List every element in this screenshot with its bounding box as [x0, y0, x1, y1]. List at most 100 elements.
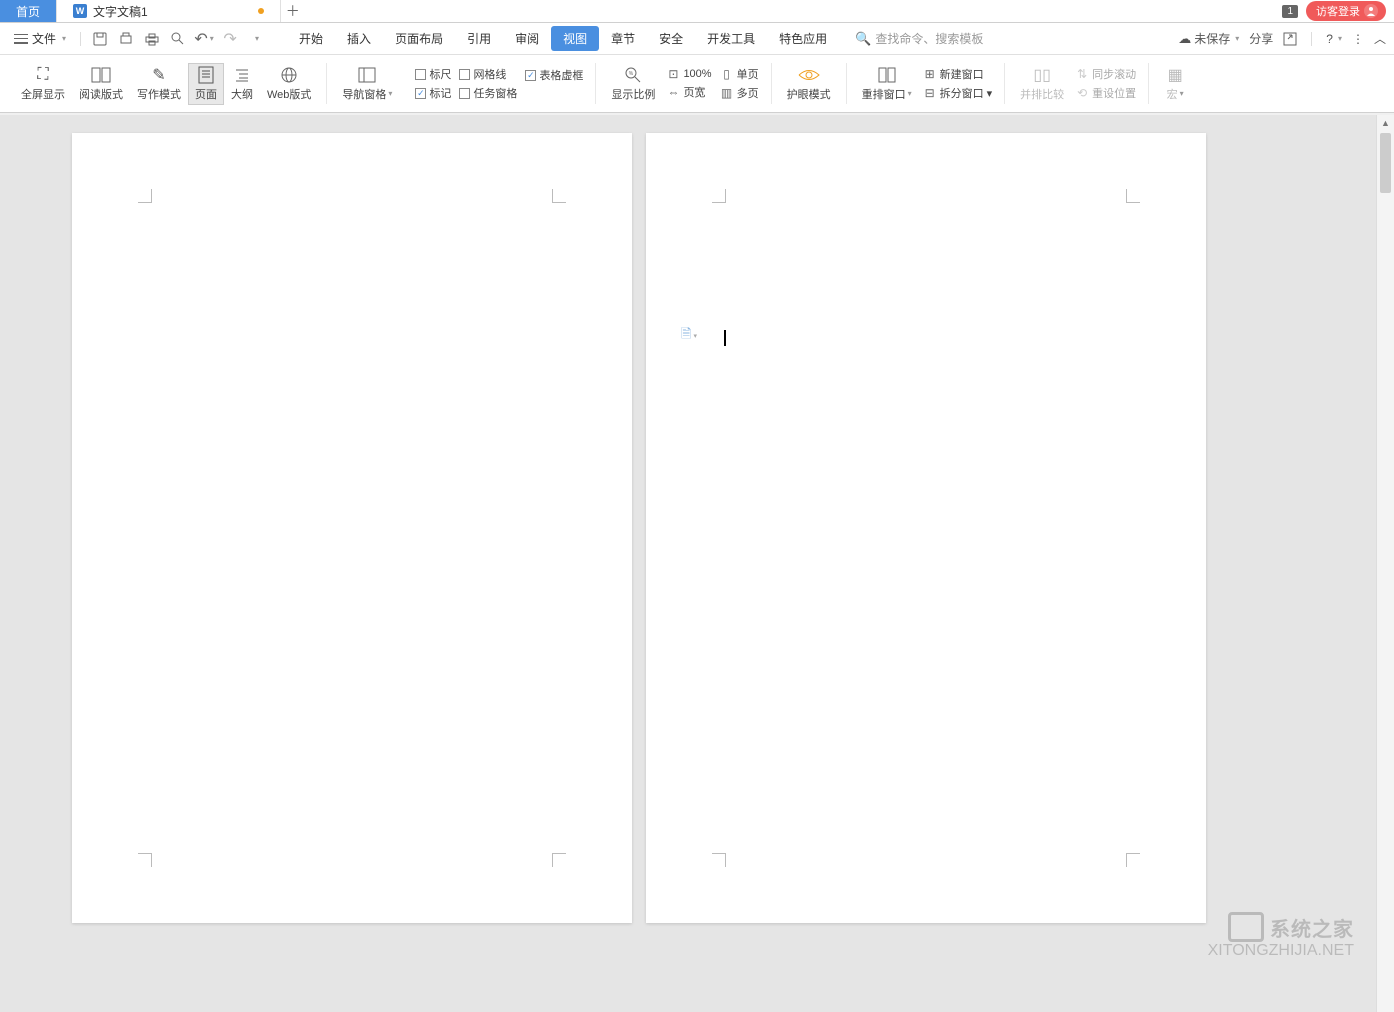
tab-document[interactable]: W 文字文稿1 — [57, 0, 281, 22]
read-layout-button[interactable]: 阅读版式 — [72, 63, 130, 105]
zoom-label: 显示比例 — [611, 86, 655, 102]
scroll-thumb[interactable] — [1380, 133, 1391, 193]
page-icon — [195, 66, 217, 84]
document-page-2[interactable]: 🗎▾ — [646, 133, 1206, 923]
nav-pane-label: 导航窗格 — [342, 86, 386, 102]
rearrange-label: 重排窗口 — [862, 86, 906, 102]
hundred-percent-button[interactable]: ⊡100% — [666, 67, 711, 81]
marks-label: 标记 — [429, 85, 451, 101]
hamburger-icon — [14, 34, 28, 44]
ribbon-body: ⛶全屏显示 阅读版式 ✎写作模式 页面 大纲 Web版式 导航窗格▾ 标尺 ✓标… — [0, 55, 1394, 113]
hundred-icon: ⊡ — [666, 67, 680, 81]
web-layout-button[interactable]: Web版式 — [260, 63, 318, 105]
ribbon-tab-security[interactable]: 安全 — [647, 26, 695, 51]
eye-icon — [798, 66, 820, 84]
task-pane-checkbox[interactable]: 任务窗格 — [459, 85, 517, 101]
ribbon-tab-devtools[interactable]: 开发工具 — [695, 26, 767, 51]
read-layout-label: 阅读版式 — [79, 86, 123, 102]
multi-page-icon: ▥ — [720, 86, 734, 100]
book-icon — [90, 66, 112, 84]
sync-scroll-label: 同步滚动 — [1092, 66, 1136, 82]
caret-down-icon: ▾ — [1180, 89, 1184, 98]
print-icon[interactable] — [144, 31, 160, 47]
ribbon-tab-layout[interactable]: 页面布局 — [383, 26, 455, 51]
outline-button[interactable]: 大纲 — [224, 63, 260, 105]
reset-position-icon: ⟲ — [1075, 86, 1089, 100]
ribbon-tab-insert[interactable]: 插入 — [335, 26, 383, 51]
macro-label: 宏 — [1167, 86, 1178, 102]
multi-page-button[interactable]: ▥多页 — [720, 85, 759, 101]
notification-badge[interactable]: 1 — [1282, 5, 1298, 18]
nav-pane-button[interactable]: 导航窗格▾ — [335, 63, 399, 105]
avatar-icon — [1364, 4, 1378, 18]
macro-button[interactable]: ▦宏▾ — [1157, 63, 1193, 105]
undo-icon[interactable]: ↶▾ — [196, 31, 212, 47]
fullscreen-icon: ⛶ — [32, 66, 54, 84]
redo-icon[interactable]: ↷ — [222, 31, 238, 47]
document-page-1[interactable] — [72, 133, 632, 923]
split-window-label: 拆分窗口 — [940, 85, 984, 101]
page-view-button[interactable]: 页面 — [188, 63, 224, 105]
globe-icon — [278, 66, 300, 84]
zoom-button[interactable]: %显示比例 — [604, 63, 662, 105]
web-layout-label: Web版式 — [267, 86, 311, 102]
export-icon[interactable] — [1283, 32, 1297, 46]
scroll-up-icon[interactable]: ▲ — [1377, 115, 1394, 131]
grid-label: 网格线 — [473, 66, 506, 82]
eye-care-button[interactable]: 护眼模式 — [780, 63, 838, 105]
ribbon-tab-start[interactable]: 开始 — [287, 26, 335, 51]
help-icon[interactable]: ?▾ — [1326, 32, 1342, 46]
rearrange-button[interactable]: 重排窗口▾ — [855, 63, 919, 105]
pencil-icon: ✎ — [148, 66, 170, 84]
toolbar-right: ☁未保存▾ 分享 ?▾ ⋮ ︿ — [1178, 30, 1386, 47]
page-width-button[interactable]: ⇔页宽 — [666, 84, 711, 100]
save-icon[interactable] — [92, 31, 108, 47]
margin-corner-icon — [138, 853, 152, 867]
file-menu-label: 文件 — [32, 30, 56, 47]
toolbar-row: 文件 ▾ ↶▾ ↷ ▾ 开始 插入 页面布局 引用 审阅 视图 章节 安全 开发… — [0, 23, 1394, 55]
new-window-button[interactable]: ⊞新建窗口 — [923, 66, 993, 82]
ribbon-tab-special[interactable]: 特色应用 — [767, 26, 839, 51]
checkbox-icon — [459, 88, 470, 99]
vertical-scrollbar[interactable]: ▲ — [1376, 115, 1394, 1012]
ribbon-tabs: 开始 插入 页面布局 引用 审阅 视图 章节 安全 开发工具 特色应用 — [287, 26, 839, 51]
paragraph-options-icon[interactable]: 🗎▾ — [682, 329, 696, 343]
search-placeholder: 查找命令、搜索模板 — [875, 30, 983, 47]
watermark-logo-icon — [1228, 912, 1264, 942]
ribbon-tab-chapter[interactable]: 章节 — [599, 26, 647, 51]
fullscreen-button[interactable]: ⛶全屏显示 — [14, 63, 72, 105]
ribbon-tab-review[interactable]: 审阅 — [503, 26, 551, 51]
unsaved-label: 未保存 — [1194, 30, 1230, 47]
side-by-side-button[interactable]: ▯▯并排比较 — [1013, 63, 1071, 105]
single-page-button[interactable]: ▯单页 — [720, 66, 759, 82]
unsaved-dot-icon — [258, 8, 264, 14]
document-area[interactable]: 🗎▾ — [0, 115, 1376, 1012]
more-icon[interactable]: ⋮ — [1352, 32, 1364, 46]
nav-pane-icon — [356, 66, 378, 84]
table-dash-checkbox[interactable]: ✓表格虚框 — [525, 67, 583, 83]
table-dash-label: 表格虚框 — [539, 67, 583, 83]
collapse-ribbon-icon[interactable]: ︿ — [1374, 30, 1386, 47]
file-menu-button[interactable]: 文件 ▾ — [8, 30, 72, 47]
share-button[interactable]: 分享 — [1249, 30, 1273, 47]
ribbon-tab-reference[interactable]: 引用 — [455, 26, 503, 51]
grid-checkbox[interactable]: 网格线 — [459, 66, 517, 82]
ruler-checkbox[interactable]: 标尺 — [415, 66, 451, 82]
tab-home[interactable]: 首页 — [0, 0, 57, 22]
unsaved-button[interactable]: ☁未保存▾ — [1178, 30, 1239, 47]
command-search[interactable]: 🔍 查找命令、搜索模板 — [855, 30, 983, 47]
customize-qat-icon[interactable]: ▾ — [248, 31, 264, 47]
sync-scroll-button: ⇅同步滚动 — [1075, 66, 1136, 82]
ribbon-tab-view[interactable]: 视图 — [551, 26, 599, 51]
new-window-icon: ⊞ — [923, 67, 937, 81]
split-window-button[interactable]: ⊟拆分窗口▾ — [923, 85, 993, 101]
tab-add-button[interactable]: ＋ — [281, 0, 305, 22]
margin-corner-icon — [712, 189, 726, 203]
guest-login-button[interactable]: 访客登录 — [1306, 1, 1386, 21]
marks-checkbox[interactable]: ✓标记 — [415, 85, 451, 101]
single-page-label: 单页 — [737, 66, 759, 82]
print-preview-icon[interactable] — [118, 31, 134, 47]
caret-down-icon: ▾ — [908, 89, 912, 98]
write-mode-button[interactable]: ✎写作模式 — [130, 63, 188, 105]
print-setup-icon[interactable] — [170, 31, 186, 47]
